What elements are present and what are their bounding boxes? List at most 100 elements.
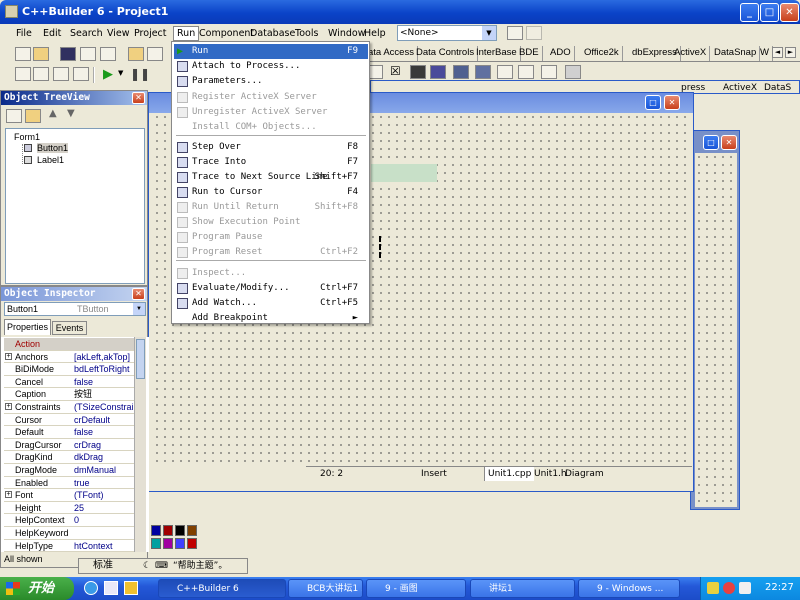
chevron-left-icon[interactable]: ◄ (772, 47, 783, 58)
scrollbar-thumb[interactable] (136, 339, 145, 379)
property-row[interactable]: HelpType htContext (4, 540, 146, 553)
arrow-down-icon[interactable]: ▼ (67, 108, 75, 119)
color-swatch[interactable] (163, 525, 173, 536)
tile-icon[interactable] (507, 26, 523, 40)
tray-icon[interactable] (707, 582, 719, 594)
menu-help[interactable]: Help (361, 27, 389, 40)
property-row[interactable]: Default false (4, 426, 146, 439)
close-button[interactable]: ✕ (780, 3, 799, 22)
tree-item-label1[interactable]: Label1 (37, 155, 64, 165)
tab-bde[interactable]: BDE (516, 46, 543, 61)
taskbar-item-cbuilder[interactable]: C++Builder 6 (158, 579, 286, 598)
tab-more[interactable]: W (757, 46, 773, 61)
color-swatch[interactable] (175, 538, 185, 549)
minimize-button[interactable]: _ (740, 3, 759, 22)
property-row[interactable]: Cancel false (4, 376, 146, 389)
new-form-icon[interactable] (73, 67, 89, 81)
maximize-button[interactable]: □ (645, 95, 661, 110)
menu-view[interactable]: View (104, 27, 133, 40)
color-swatch[interactable] (175, 525, 185, 536)
taskbar-item-windows[interactable]: 9 - Windows ... (578, 579, 680, 598)
button1-selection-handle[interactable] (379, 236, 383, 258)
tab-office2k[interactable]: Office2k (581, 46, 623, 61)
component-icon[interactable] (430, 65, 446, 79)
tab-datasnap-2[interactable]: DataS (764, 83, 791, 93)
property-row[interactable]: Cursor crDefault (4, 414, 146, 427)
component-icon[interactable] (541, 65, 557, 79)
taskbar-item-folder[interactable]: 讲坛1 (470, 579, 575, 598)
start-button[interactable]: 开始 (0, 577, 74, 600)
property-row[interactable]: Height 25 (4, 502, 146, 515)
close-icon[interactable]: ✕ (132, 288, 145, 300)
new-icon[interactable] (15, 47, 31, 61)
media-icon[interactable] (124, 581, 138, 595)
taskbar-item-paint[interactable]: 9 - 画图 (366, 579, 466, 598)
color-swatch[interactable] (187, 525, 197, 536)
label1-component[interactable] (371, 164, 437, 182)
desktop-icon[interactable] (104, 581, 118, 595)
new-window-icon[interactable] (526, 26, 542, 40)
run-menu-item[interactable]: Evaluate/Modify... Ctrl+F7 (174, 281, 368, 296)
keyboard-icon[interactable]: ⌨ (155, 559, 168, 573)
expand-icon[interactable]: + (5, 491, 12, 499)
run-menu-item[interactable]: Attach to Process... (174, 59, 368, 74)
menu-search[interactable]: Search (67, 27, 106, 40)
add-to-project-icon[interactable] (147, 47, 163, 61)
menu-project[interactable]: Project (131, 27, 170, 40)
menu-database[interactable]: Database (247, 27, 298, 40)
tab-events[interactable]: Events (52, 321, 87, 335)
component-icon[interactable] (497, 65, 513, 79)
color-swatch[interactable] (151, 538, 161, 549)
pause-icon[interactable]: ❚❚ (130, 67, 150, 81)
property-row[interactable]: HelpContext 0 (4, 514, 146, 527)
tab-ado[interactable]: ADO (547, 46, 575, 61)
color-swatch[interactable] (163, 538, 173, 549)
property-grid-scrollbar[interactable] (134, 337, 146, 552)
close-icon[interactable]: ✕ (132, 92, 145, 104)
run-menu-item[interactable]: Trace to Next Source Line Shift+F7 (174, 170, 368, 185)
save-all-icon[interactable] (80, 47, 96, 61)
expand-icon[interactable]: + (5, 352, 12, 360)
open-icon[interactable] (33, 47, 49, 61)
property-row[interactable]: + Constraints (TSizeConstrain (4, 401, 146, 414)
property-row[interactable]: BiDiMode bdLeftToRight (4, 363, 146, 376)
chevron-down-icon[interactable]: ▼ (118, 69, 123, 77)
expand-icon[interactable]: + (5, 403, 12, 410)
menu-edit[interactable]: Edit (40, 27, 64, 40)
menu-file[interactable]: File (13, 27, 35, 40)
run-menu-item[interactable]: Parameters... (174, 74, 368, 89)
property-row[interactable]: Caption 按钮 (4, 388, 146, 401)
property-row[interactable]: Enabled true (4, 477, 146, 490)
tab-activex[interactable]: ActiveX (671, 46, 711, 61)
run-menu-item[interactable]: Add Watch... Ctrl+F5 (174, 296, 368, 311)
component-icon[interactable] (453, 65, 469, 79)
property-row[interactable]: DragKind dkDrag (4, 451, 146, 464)
property-row[interactable]: DragCursor crDrag (4, 439, 146, 452)
new-item-icon[interactable] (25, 109, 41, 123)
toggle-form-icon[interactable] (53, 67, 69, 81)
tab-datasnap[interactable]: DataSnap (711, 46, 761, 61)
menu-tools[interactable]: Tools (292, 27, 321, 40)
open-project-icon[interactable] (128, 47, 144, 61)
run-menu-item[interactable]: Add Breakpoint ► (174, 311, 368, 326)
component-icon[interactable] (475, 65, 491, 79)
run-menu-item[interactable]: Step Over F8 (174, 140, 368, 155)
ie-icon[interactable] (84, 581, 98, 595)
maximize-button[interactable]: □ (703, 135, 719, 150)
maximize-button[interactable]: □ (760, 3, 779, 22)
property-row[interactable]: + Anchors [akLeft,akTop] (4, 351, 146, 364)
moon-icon[interactable]: ☾ (143, 559, 151, 573)
app-icon[interactable] (5, 5, 18, 18)
tree-item-form1[interactable]: Form1 (14, 132, 40, 142)
view-unit-icon[interactable] (15, 67, 31, 81)
run-icon[interactable]: ▶ (103, 67, 113, 82)
property-row[interactable]: Action (4, 338, 146, 351)
tab-properties[interactable]: Properties (4, 319, 51, 335)
ime-mode[interactable]: 标准 (93, 559, 113, 573)
close-file-icon[interactable] (100, 47, 116, 61)
run-menu-item[interactable]: Trace Into F7 (174, 155, 368, 170)
color-swatch[interactable] (187, 538, 197, 549)
component-icon[interactable] (565, 65, 581, 79)
close-button[interactable]: ✕ (664, 95, 680, 110)
chevron-down-icon[interactable]: ▼ (482, 26, 496, 40)
